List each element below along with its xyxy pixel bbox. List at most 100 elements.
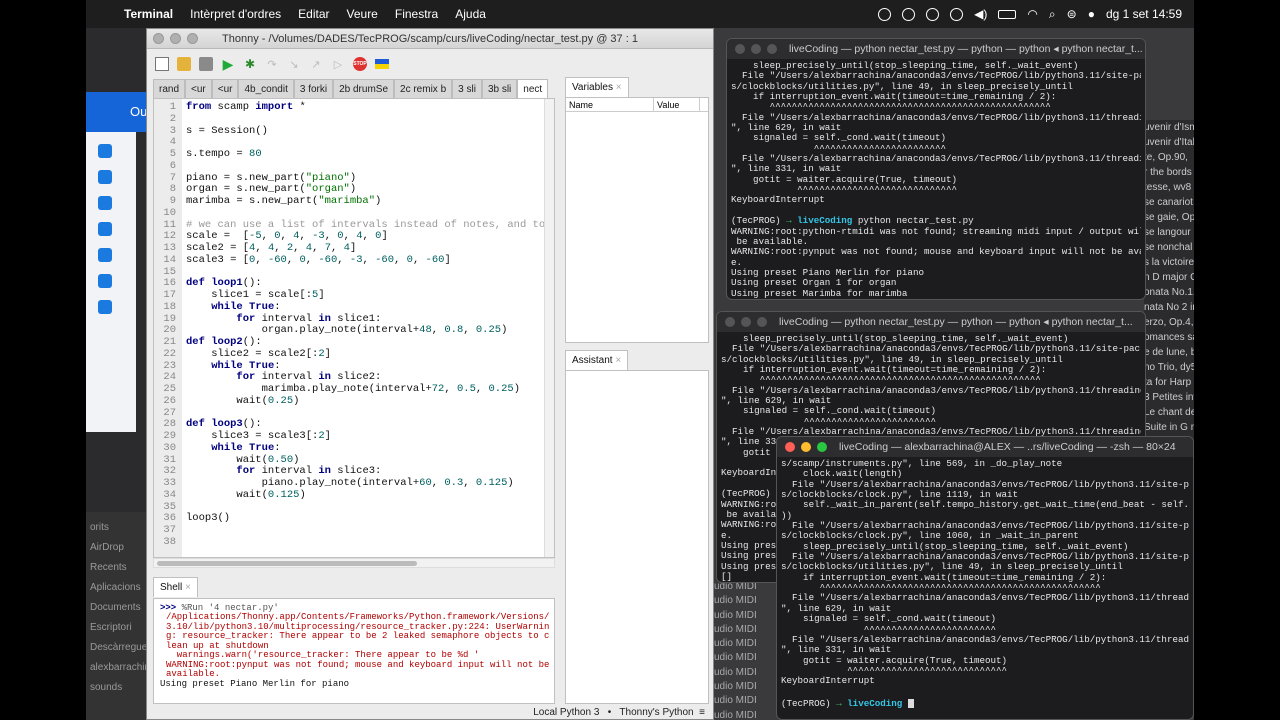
code-token: "piano" [305, 171, 350, 184]
terminal-window-1[interactable]: liveCoding — python nectar_test.py — pyt… [726, 38, 1146, 300]
assistant-tab[interactable]: Assistant × [565, 350, 629, 370]
interpreter-label[interactable]: Local Python 3 [533, 707, 599, 718]
editor-vertical-scrollbar[interactable] [544, 99, 554, 557]
finder-item[interactable]: sounds [90, 678, 148, 698]
line-number: 25 [163, 383, 176, 395]
editor-tab[interactable]: <ur [185, 79, 212, 98]
shell-tab[interactable]: Shell × [153, 577, 198, 597]
finder-item[interactable]: Aplicacions [90, 578, 148, 598]
minimize-icon[interactable] [741, 317, 751, 327]
terminal-titlebar[interactable]: liveCoding — python nectar_test.py — pyt… [717, 312, 1145, 332]
close-icon[interactable]: × [616, 82, 622, 93]
open-folder-icon[interactable] [177, 57, 191, 71]
editor-tab[interactable]: 3 forki [293, 79, 334, 98]
editor-horizontal-scrollbar[interactable] [153, 558, 555, 568]
column-value[interactable]: Value [654, 98, 700, 111]
terminal-line: ^^^^^^^^^^^^^^^^^^^^^^^^^^^^^^^^^^^^^^^^… [731, 102, 1051, 113]
shell-panel[interactable]: >>> %Run '4 nectar.py' /Applications/Tho… [153, 598, 555, 704]
zoom-icon[interactable] [817, 442, 827, 452]
minimize-icon[interactable] [751, 44, 761, 54]
minimize-icon[interactable] [801, 442, 811, 452]
close-icon[interactable] [785, 442, 795, 452]
zoom-icon[interactable] [187, 33, 198, 44]
assistant-panel [565, 370, 709, 704]
finder-item[interactable]: Escriptori [90, 618, 148, 638]
code-token: ] [444, 253, 451, 266]
app-icon[interactable] [98, 274, 112, 288]
app-icon[interactable] [98, 196, 112, 210]
record-icon[interactable] [878, 7, 892, 21]
variables-tab[interactable]: Variables × [565, 77, 629, 97]
background-file-list: uvenir d'Ism uvenir d'Ital te, Op.90, r the… [1144, 120, 1194, 450]
step-out-icon[interactable]: ↗ [309, 57, 323, 71]
minimize-icon[interactable] [170, 33, 181, 44]
wifi-icon[interactable]: ◠ [1027, 7, 1037, 21]
app-icon[interactable] [98, 300, 112, 314]
menu-item-help[interactable]: Ajuda [455, 7, 486, 21]
close-icon[interactable] [735, 44, 745, 54]
zoom-icon[interactable] [767, 44, 777, 54]
line-number: 6 [169, 159, 176, 172]
hamburger-icon[interactable]: ≡ [699, 707, 705, 718]
menu-app-name[interactable]: Terminal [124, 7, 173, 21]
app-icon[interactable] [98, 222, 112, 236]
stop-icon[interactable]: STOP [353, 57, 367, 71]
editor-tab[interactable]: <ur [211, 79, 239, 98]
editor-tab[interactable]: 4b_condit [238, 79, 294, 98]
interpreter-name[interactable]: Thonny's Python [619, 707, 693, 718]
zoom-icon[interactable] [757, 317, 767, 327]
new-file-icon[interactable] [155, 57, 169, 71]
app-icon[interactable] [98, 170, 112, 184]
code-token: , [463, 324, 476, 337]
code-editor[interactable]: 1 from scamp import * 2 3 s = Session() 4 5 s.t… [153, 98, 555, 558]
code-token: loop3 [211, 418, 243, 431]
finder-item[interactable]: Descàrregues [90, 638, 148, 658]
terminal-window-3[interactable]: liveCoding — alexbarrachina@ALEX — ..rs/… [776, 436, 1194, 720]
terminal-prompt-line[interactable]: (TecPROG) → liveCoding [777, 699, 1193, 711]
run-icon[interactable]: ▶ [221, 56, 235, 72]
resume-icon[interactable]: ▷ [331, 57, 345, 71]
step-into-icon[interactable]: ↘ [287, 57, 301, 71]
editor-tab[interactable]: 2c remix b [394, 79, 453, 98]
finder-item[interactable]: AirDrop [90, 538, 148, 558]
finder-item[interactable]: Documents [90, 598, 148, 618]
close-icon[interactable]: × [615, 355, 621, 366]
focus-icon[interactable] [950, 7, 964, 21]
step-over-icon[interactable]: ↷ [265, 57, 279, 71]
menu-clock[interactable]: dg 1 set 14:59 [1106, 7, 1182, 21]
save-icon[interactable] [199, 57, 213, 71]
play-icon[interactable] [902, 7, 916, 21]
editor-tab-active[interactable]: nect [517, 79, 549, 98]
column-name[interactable]: Name [566, 98, 654, 111]
debug-icon[interactable]: ✱ [243, 57, 257, 71]
close-icon[interactable] [153, 33, 164, 44]
editor-tab[interactable]: 2b drumSe [333, 79, 395, 98]
control-center-icon[interactable]: ⊜ [1067, 7, 1077, 21]
terminal-titlebar[interactable]: liveCoding — python nectar_test.py — pyt… [727, 39, 1145, 59]
menu-item-view[interactable]: Veure [347, 7, 378, 21]
code-token: from [186, 101, 212, 113]
app-icon[interactable] [98, 248, 112, 262]
close-icon[interactable]: × [185, 582, 191, 593]
editor-tab[interactable]: 3b sli [481, 79, 518, 98]
battery-icon[interactable] [998, 9, 1017, 19]
menu-item-shell[interactable]: Intèrpret d'ordres [190, 7, 281, 21]
volume-icon[interactable]: ◀) [974, 7, 987, 21]
terminal-titlebar[interactable]: liveCoding — alexbarrachina@ALEX — ..rs/… [777, 437, 1193, 457]
finder-item[interactable]: Recents [90, 558, 148, 578]
thonny-titlebar[interactable]: Thonny - /Volumes/DADES/TecPROG/scamp/cu… [147, 29, 713, 49]
siri-icon[interactable]: ● [1088, 7, 1095, 21]
menu-item-edit[interactable]: Editar [298, 7, 329, 21]
scroll-thumb[interactable] [157, 561, 417, 566]
search-icon[interactable]: ⌕ [1049, 7, 1056, 22]
accessibility-icon[interactable] [926, 7, 940, 21]
flag-icon[interactable] [375, 59, 389, 69]
menu-item-window[interactable]: Finestra [395, 7, 438, 21]
app-icon[interactable] [98, 144, 112, 158]
close-icon[interactable] [725, 317, 735, 327]
code-token: ] [324, 347, 331, 360]
midi-list-item: udio MIDI [714, 609, 757, 621]
editor-tab[interactable]: rand [153, 79, 186, 98]
editor-tab[interactable]: 3 sli [452, 79, 482, 98]
finder-item[interactable]: alexbarrachina [90, 658, 148, 678]
